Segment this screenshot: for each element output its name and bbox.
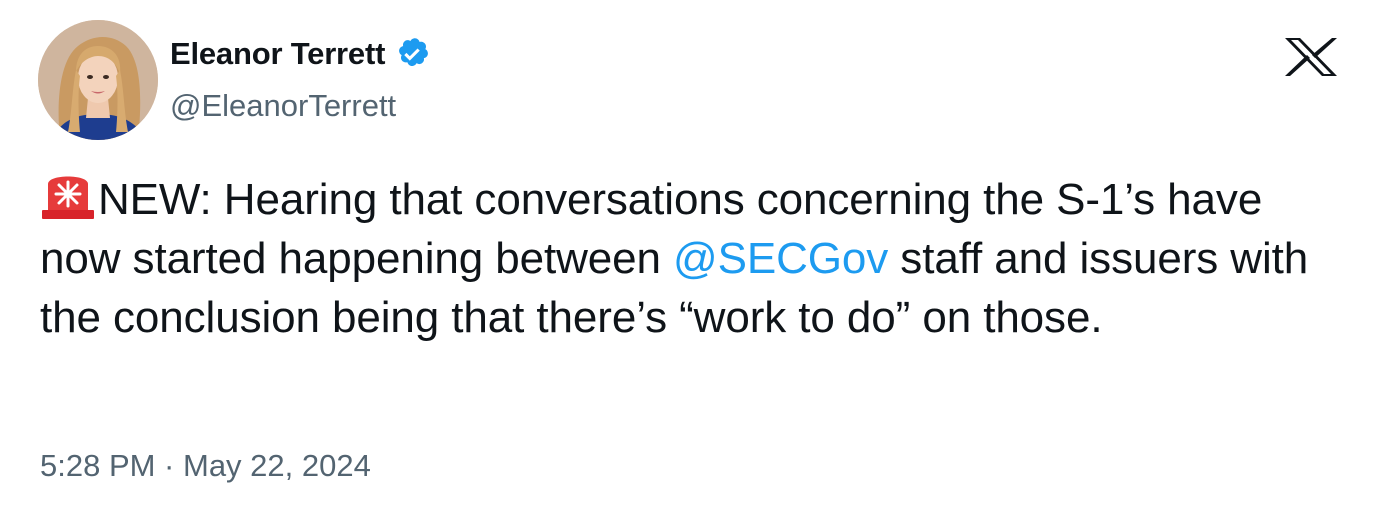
avatar[interactable] [38, 20, 158, 140]
tweet-body: NEW: Hearing that conversations concerni… [40, 170, 1350, 347]
avatar-image [38, 20, 158, 140]
author-handle[interactable]: @EleanorTerrett [170, 88, 396, 124]
author-name-row: Eleanor Terrett [170, 32, 431, 76]
tweet-card: Eleanor Terrett @EleanorTerrett NEW: Hea… [0, 0, 1378, 520]
author-display-name[interactable]: Eleanor Terrett [170, 36, 385, 72]
x-logo-icon[interactable] [1282, 36, 1340, 78]
verified-badge-icon [393, 35, 431, 73]
police-light-siren-icon [40, 170, 96, 220]
mention-link[interactable]: @SECGov [673, 234, 888, 283]
tweet-timestamp[interactable]: 5:28 PM · May 22, 2024 [40, 448, 371, 484]
